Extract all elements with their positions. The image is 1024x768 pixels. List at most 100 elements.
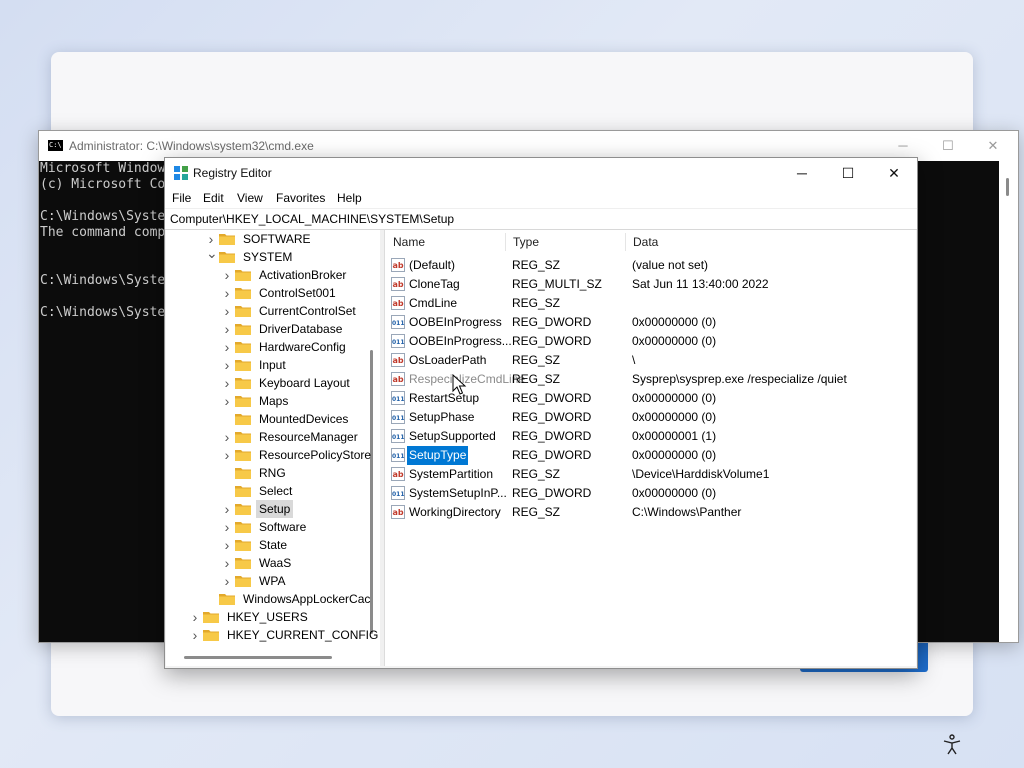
folder-icon xyxy=(235,324,251,335)
key-tree-pane[interactable]: › SOFTWARE ⌄ SYSTEM › ActivationBroker › Contro… xyxy=(166,230,381,666)
chevron-right-icon[interactable]: › xyxy=(222,554,232,572)
chevron-right-icon[interactable]: › xyxy=(222,374,232,392)
value-row[interactable]: 011 SystemSetupInP... REG_DWORD 0x00000000 … xyxy=(385,484,916,503)
value-row[interactable]: ab WorkingDirectory REG_SZ C:\Windows\Panth… xyxy=(385,503,916,522)
tree-node[interactable]: WindowsAppLockerCac xyxy=(206,590,380,608)
chevron-right-icon[interactable]: › xyxy=(222,302,232,320)
string-value-icon: ab xyxy=(391,258,405,272)
value-row[interactable]: 011 SetupType REG_DWORD 0x00000000 (0) xyxy=(385,445,916,466)
tree-node[interactable]: › HardwareConfig xyxy=(222,338,380,356)
regedit-title: Registry Editor xyxy=(193,166,272,180)
tree-node[interactable]: › Keyboard Layout xyxy=(222,374,380,392)
menu-edit[interactable]: Edit xyxy=(203,188,224,208)
tree-node[interactable]: › Software xyxy=(222,518,380,536)
tree-node[interactable]: RNG xyxy=(222,464,380,482)
menu-favorites[interactable]: Favorites xyxy=(276,188,325,208)
tree-node[interactable]: › ActivationBroker xyxy=(222,266,380,284)
value-row[interactable]: ab (Default) REG_SZ (value not set) xyxy=(385,256,916,275)
svg-text:ab: ab xyxy=(393,375,404,384)
tree-node[interactable]: › Input xyxy=(222,356,380,374)
column-header-type[interactable]: Type xyxy=(505,230,625,254)
chevron-right-icon[interactable]: › xyxy=(222,320,232,338)
folder-icon xyxy=(235,486,251,497)
tree-node[interactable]: › SOFTWARE xyxy=(206,230,380,248)
tree-node[interactable]: › HKEY_USERS xyxy=(190,608,380,626)
accessibility-icon[interactable] xyxy=(940,733,964,757)
value-row[interactable]: 011 SetupSupported REG_DWORD 0x00000001 (1) xyxy=(385,427,916,446)
value-row[interactable]: 011 SetupPhase REG_DWORD 0x00000000 (0) xyxy=(385,408,916,427)
regedit-titlebar[interactable]: Registry Editor ─ ☐ ✕ xyxy=(165,158,917,188)
svg-text:ab: ab xyxy=(393,280,404,289)
address-bar[interactable]: Computer\HKEY_LOCAL_MACHINE\SYSTEM\Setup xyxy=(165,208,917,230)
tree-node[interactable]: › ControlSet001 xyxy=(222,284,380,302)
menu-file[interactable]: File xyxy=(172,188,191,208)
registry-editor-window[interactable]: Registry Editor ─ ☐ ✕ File Edit View Fav… xyxy=(164,157,918,669)
folder-icon xyxy=(203,630,219,641)
value-row[interactable]: ab CmdLine REG_SZ xyxy=(385,294,916,313)
chevron-down-icon[interactable]: ⌄ xyxy=(206,246,218,260)
tree-node-label: SOFTWARE xyxy=(243,232,311,246)
tree-node[interactable]: › WPA xyxy=(222,572,380,590)
tree-node[interactable]: › ResourceManager xyxy=(222,428,380,446)
chevron-right-icon[interactable]: › xyxy=(222,284,232,302)
chevron-right-icon[interactable]: › xyxy=(222,338,232,356)
svg-text:011: 011 xyxy=(392,434,405,441)
regedit-maximize-button[interactable]: ☐ xyxy=(825,158,871,188)
cmd-close-button[interactable]: ✕ xyxy=(970,131,1016,161)
binary-value-icon: 011 xyxy=(391,410,405,424)
tree-node[interactable]: › Maps xyxy=(222,392,380,410)
tree-horizontal-scrollbar[interactable] xyxy=(184,656,332,659)
cmd-scroll-thumb[interactable] xyxy=(1006,178,1009,196)
chevron-right-icon[interactable]: › xyxy=(222,392,232,410)
tree-node[interactable]: › HKEY_CURRENT_CONFIG xyxy=(190,626,380,644)
chevron-right-icon[interactable]: › xyxy=(222,536,232,554)
tree-node[interactable]: › Setup xyxy=(222,500,380,518)
value-row[interactable]: 011 OOBEInProgress... REG_DWORD 0x00000000 … xyxy=(385,332,916,351)
tree-node-label: Keyboard Layout xyxy=(259,376,350,390)
console-line: The command comp xyxy=(40,225,166,240)
tree-node[interactable]: › CurrentControlSet xyxy=(222,302,380,320)
regedit-close-button[interactable]: ✕ xyxy=(871,158,917,188)
folder-icon xyxy=(219,594,235,605)
svg-text:011: 011 xyxy=(392,491,405,498)
chevron-right-icon[interactable]: › xyxy=(222,572,232,590)
tree-node[interactable]: MountedDevices xyxy=(222,410,380,428)
folder-icon xyxy=(219,252,235,263)
value-row[interactable]: ab OsLoaderPath REG_SZ \ xyxy=(385,351,916,370)
tree-node-label: Software xyxy=(259,520,307,534)
chevron-right-icon[interactable]: › xyxy=(222,428,232,446)
chevron-right-icon[interactable]: › xyxy=(222,518,232,536)
binary-value-icon: 011 xyxy=(391,391,405,405)
string-value-icon: ab xyxy=(391,372,405,386)
cmd-maximize-button[interactable]: ☐ xyxy=(925,131,971,161)
value-row[interactable]: ab CloneTag REG_MULTI_SZ Sat Jun 11 13:40:0… xyxy=(385,275,916,294)
chevron-right-icon[interactable]: › xyxy=(222,356,232,374)
tree-node[interactable]: › WaaS xyxy=(222,554,380,572)
chevron-right-icon[interactable]: › xyxy=(222,266,232,284)
tree-node-label: WindowsAppLockerCac xyxy=(243,592,371,606)
column-header-data[interactable]: Data xyxy=(625,230,905,254)
chevron-right-icon[interactable]: › xyxy=(222,446,232,464)
regedit-minimize-button[interactable]: ─ xyxy=(779,158,825,188)
cmd-scrollbar[interactable] xyxy=(999,161,1018,642)
tree-node[interactable]: › ResourcePolicyStore xyxy=(222,446,380,464)
tree-node[interactable]: ⌄ SYSTEM xyxy=(206,246,380,266)
value-row[interactable]: ab SystemPartition REG_SZ \Device\HarddiskV… xyxy=(385,465,916,484)
chevron-right-icon[interactable]: › xyxy=(222,500,232,518)
value-type: REG_SZ xyxy=(512,353,561,367)
tree-node-label: ResourcePolicyStore xyxy=(259,448,372,462)
value-row[interactable]: 011 OOBEInProgress REG_DWORD 0x00000000 (0) xyxy=(385,313,916,332)
menu-help[interactable]: Help xyxy=(337,188,362,208)
menu-view[interactable]: View xyxy=(237,188,263,208)
chevron-right-icon[interactable]: › xyxy=(190,626,200,644)
tree-node-label: ResourceManager xyxy=(259,430,358,444)
chevron-right-icon[interactable]: › xyxy=(190,608,200,626)
column-header-name[interactable]: Name xyxy=(385,230,505,254)
tree-node[interactable]: Select xyxy=(222,482,380,500)
tree-node[interactable]: › State xyxy=(222,536,380,554)
tree-node[interactable]: › DriverDatabase xyxy=(222,320,380,338)
folder-icon xyxy=(235,360,251,371)
value-name: OsLoaderPath xyxy=(409,353,487,367)
address-path[interactable]: Computer\HKEY_LOCAL_MACHINE\SYSTEM\Setup xyxy=(170,209,454,229)
values-pane[interactable]: Name Type Data ab (Default) REG_SZ (value n… xyxy=(384,230,916,666)
